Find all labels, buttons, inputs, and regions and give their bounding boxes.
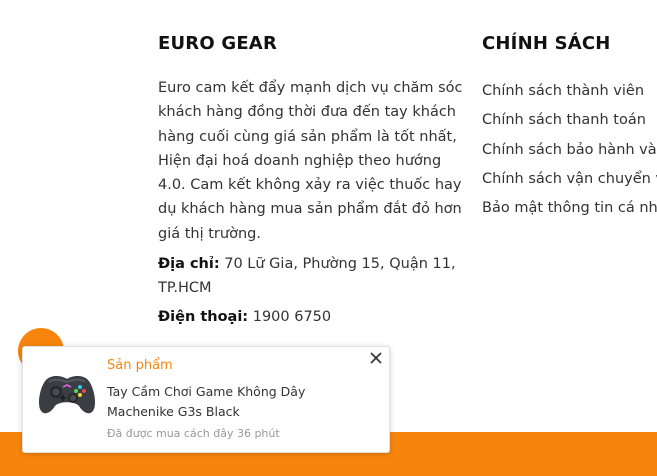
policy-heading: CHÍNH SÁCH [482,33,611,54]
policy-item: Chính sách thanh toán [482,106,657,135]
address-line: Địa chỉ: 70 Lữ Gia, Phường 15, Quận 11, … [158,252,468,300]
footer-about-section: EURO GEAR Euro cam kết đẩy mạnh dịch vụ … [158,33,468,329]
popup-product-title[interactable]: Tay Cầm Chơi Game Không Dây Machenike G3… [107,382,347,422]
policy-list: Chính sách thành viên Chính sách thanh t… [482,77,657,223]
address-label: Địa chỉ: [158,256,220,273]
policy-link-shipping[interactable]: Chính sách vận chuyển v [482,171,657,187]
phone-line: Điện thoại: 1900 6750 [158,305,468,329]
policy-link-member[interactable]: Chính sách thành viên [482,83,644,99]
policy-item: Chính sách bảo hành và [482,136,657,165]
about-description: Euro cam kết đẩy mạnh dịch vụ chăm sóc k… [158,80,463,242]
gamepad-icon[interactable] [33,365,101,421]
policy-item: Chính sách vận chuyển v [482,165,657,194]
close-icon[interactable] [369,350,383,364]
policy-link-privacy[interactable]: Bảo mật thông tin cá nh [482,200,657,216]
about-heading: EURO GEAR [158,33,278,54]
policy-item: Bảo mật thông tin cá nh [482,194,657,223]
recent-purchase-popup: Sản phẩm Tay Cầm Chơi Game Không Dây Mac… [22,346,390,453]
policy-link-payment[interactable]: Chính sách thanh toán [482,112,646,128]
policy-item: Chính sách thành viên [482,77,657,106]
policy-link-warranty[interactable]: Chính sách bảo hành và [482,142,657,158]
phone-label: Điện thoại: [158,309,249,326]
phone-value[interactable]: 1900 6750 [253,309,331,325]
popup-purchase-time: Đã được mua cách đây 36 phút [107,427,280,440]
popup-category-label: Sản phẩm [107,358,173,373]
footer-policy-section: CHÍNH SÁCH Chính sách thành viên Chính s… [482,33,657,223]
